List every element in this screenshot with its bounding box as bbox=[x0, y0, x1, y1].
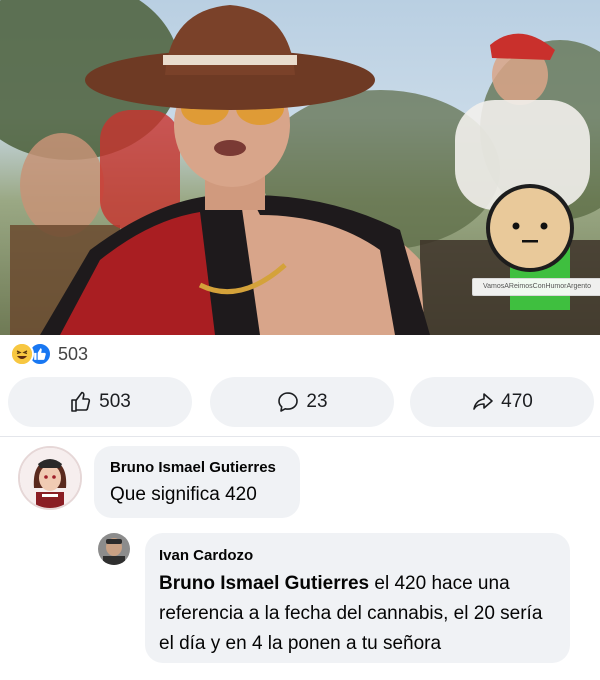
avatar[interactable] bbox=[98, 533, 130, 565]
like-button[interactable]: 503 bbox=[8, 377, 192, 427]
comment-author[interactable]: Bruno Ismael Gutierres bbox=[110, 459, 276, 476]
share-count: 470 bbox=[501, 391, 533, 412]
comment-button[interactable]: 23 bbox=[210, 377, 394, 427]
avatar-image bbox=[20, 448, 80, 508]
watermark-label: VamosAReimosConHumorArgento bbox=[472, 278, 600, 296]
comment-text: Que significa 420 bbox=[110, 484, 257, 505]
thumbs-up-icon bbox=[71, 391, 91, 412]
reaction-count: 503 bbox=[58, 343, 89, 364]
comment-author[interactable]: Ivan Cardozo bbox=[159, 547, 253, 564]
haha-reaction-icon bbox=[10, 342, 34, 366]
divider bbox=[0, 436, 600, 437]
post-actions: 503 23 470 bbox=[8, 377, 594, 427]
comment-icon bbox=[278, 392, 299, 412]
like-count: 503 bbox=[99, 391, 131, 412]
share-button[interactable]: 470 bbox=[410, 377, 594, 427]
avatar[interactable] bbox=[18, 446, 82, 510]
reaction-summary[interactable]: 503 bbox=[10, 340, 88, 368]
facebook-post: VamosAReimosConHumorArgento 503 503 23 4… bbox=[0, 0, 600, 680]
comment-text: Bruno Ismael Gutierres el 420 hace una r… bbox=[159, 569, 559, 659]
comment-count: 23 bbox=[306, 391, 328, 412]
share-icon bbox=[473, 393, 493, 410]
reply-bubble: Ivan Cardozo Bruno Ismael Gutierres el 4… bbox=[145, 533, 570, 663]
mention-link[interactable]: Bruno Ismael Gutierres bbox=[159, 573, 369, 594]
post-photo[interactable]: VamosAReimosConHumorArgento bbox=[0, 0, 600, 335]
comment-bubble: Bruno Ismael Gutierres Que significa 420 bbox=[94, 446, 300, 518]
avatar-image bbox=[98, 533, 130, 565]
